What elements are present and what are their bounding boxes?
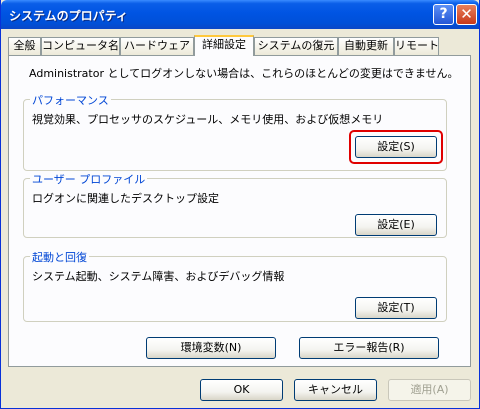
tab-automatic-updates[interactable]: 自動更新 xyxy=(338,37,394,55)
user-profile-group: ユーザー プロファイル ログオンに関連したデスクトップ設定 設定(E) xyxy=(23,171,447,238)
help-icon: ? xyxy=(439,6,448,22)
startup-recovery-settings-button[interactable]: 設定(T) xyxy=(355,297,437,319)
performance-group: パフォーマンス 視覚効果、プロセッサのスケジュール、メモリ使用、および仮想メモリ… xyxy=(23,92,447,171)
help-button[interactable]: ? xyxy=(433,4,454,25)
user-profile-description: ログオンに関連したデスクトップ設定 xyxy=(32,192,219,205)
cancel-button[interactable]: キャンセル xyxy=(294,379,377,401)
tab-computer-name[interactable]: コンピュータ名 xyxy=(41,37,120,55)
error-reporting-button[interactable]: エラー報告(R) xyxy=(299,337,439,359)
tab-hardware[interactable]: ハードウェア xyxy=(120,37,194,55)
user-profile-settings-button[interactable]: 設定(E) xyxy=(355,214,437,236)
startup-recovery-group: 起動と回復 システム起動、システム障害、およびデバッグ情報 設定(T) xyxy=(23,249,447,322)
performance-description: 視覚効果、プロセッサのスケジュール、メモリ使用、および仮想メモリ xyxy=(32,113,384,126)
advanced-tab-panel: Administrator としてログオンしない場合は、これらのほとんどの変更は… xyxy=(8,55,471,367)
startup-recovery-label: 起動と回復 xyxy=(30,249,89,265)
user-profile-label: ユーザー プロファイル xyxy=(30,171,148,187)
tab-general[interactable]: 全般 xyxy=(8,37,41,55)
tab-advanced[interactable]: 詳細設定 xyxy=(194,35,254,56)
admin-notice: Administrator としてログオンしない場合は、これらのほとんどの変更は… xyxy=(29,67,459,80)
window-title: システムのプロパティ xyxy=(9,9,128,23)
ok-button[interactable]: OK xyxy=(200,379,283,401)
system-properties-window: システムのプロパティ ? ✕ 全般 コンピュータ名 ハードウェア 詳細設定 シス… xyxy=(0,0,480,409)
tab-system-restore[interactable]: システムの復元 xyxy=(254,37,338,55)
startup-recovery-description: システム起動、システム障害、およびデバッグ情報 xyxy=(32,270,285,283)
close-button[interactable]: ✕ xyxy=(456,4,477,25)
close-icon: ✕ xyxy=(460,5,473,23)
environment-variables-button[interactable]: 環境変数(N) xyxy=(146,337,276,359)
highlight-rectangle xyxy=(349,130,443,164)
title-bar[interactable]: システムのプロパティ ? ✕ xyxy=(1,0,479,29)
performance-label: パフォーマンス xyxy=(30,92,111,108)
apply-button[interactable]: 適用(A) xyxy=(388,379,471,401)
tab-remote[interactable]: リモート xyxy=(394,37,439,55)
